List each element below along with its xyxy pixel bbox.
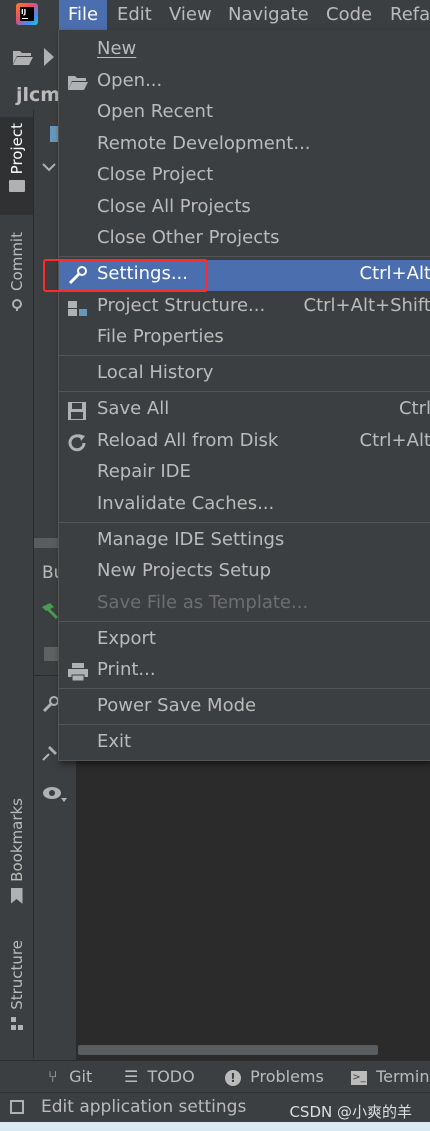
settings-highlight-box xyxy=(43,259,208,292)
menu-item-local-history[interactable]: Local History xyxy=(59,359,430,390)
commit-icon xyxy=(11,298,22,311)
menu-file[interactable]: File xyxy=(59,0,107,30)
bookmark-icon xyxy=(10,887,23,904)
menu-item-close-project[interactable]: Close Project xyxy=(59,161,430,192)
status-text: Edit application settings xyxy=(41,1097,247,1117)
bookmarks-tab-label: Bookmarks xyxy=(7,798,26,882)
horizontal-scrollbar[interactable] xyxy=(78,1045,378,1055)
panel-divider[interactable] xyxy=(34,538,58,548)
structure-tab-label: Structure xyxy=(7,940,26,1010)
menu-item-open-recent[interactable]: Open Recent xyxy=(59,98,430,129)
terminal-tab[interactable]: >_ Termin xyxy=(351,1061,429,1093)
eye-icon[interactable] xyxy=(42,785,68,803)
menu-item-file-properties[interactable]: File Properties xyxy=(59,323,430,354)
toggle-tool-windows-icon[interactable] xyxy=(10,1100,24,1114)
git-branch-icon: ⑂ xyxy=(48,1067,58,1086)
menu-separator xyxy=(59,355,430,356)
save-icon xyxy=(68,402,86,420)
menu-separator xyxy=(59,256,430,257)
menu-item-close-other-projects[interactable]: Close Other Projects xyxy=(59,224,430,255)
menu-view[interactable]: View xyxy=(169,0,212,30)
menu-item-open[interactable]: Open... xyxy=(59,67,430,98)
todo-tab-label: TODO xyxy=(147,1067,195,1086)
menu-separator xyxy=(59,621,430,622)
menu-item-new[interactable]: New xyxy=(59,35,430,66)
file-menu-dropdown: New Open... Open Recent Remote Developme… xyxy=(58,30,430,761)
problems-tab[interactable]: ! Problems xyxy=(225,1061,324,1093)
menu-item-export[interactable]: Export xyxy=(59,625,430,656)
chevron-down-icon[interactable] xyxy=(42,162,56,172)
open-folder-icon xyxy=(68,76,88,90)
menu-navigate[interactable]: Navigate xyxy=(228,0,309,30)
status-bar: Edit application settings CSDN @小爽的羊 xyxy=(0,1092,430,1123)
wrench-icon[interactable] xyxy=(40,695,60,715)
structure-icon xyxy=(10,1016,23,1030)
commit-tab-label: Commit xyxy=(7,232,26,291)
menu-item-print[interactable]: Print... xyxy=(59,656,430,687)
module-icon xyxy=(50,126,58,142)
menu-code[interactable]: Code xyxy=(326,0,372,30)
menu-item-remote-development[interactable]: Remote Development... xyxy=(59,130,430,161)
terminal-icon: >_ xyxy=(351,1070,367,1085)
menu-item-exit[interactable]: Exit xyxy=(59,728,430,759)
folder-icon xyxy=(8,180,25,193)
printer-icon xyxy=(68,663,88,682)
menu-item-invalidate-caches[interactable]: Invalidate Caches... xyxy=(59,490,430,521)
problems-tab-label: Problems xyxy=(250,1067,324,1086)
editor-area xyxy=(58,760,430,1060)
menu-item-new-projects-setup[interactable]: New Projects Setup xyxy=(59,557,430,588)
pin-icon[interactable] xyxy=(40,743,60,763)
menu-separator xyxy=(59,391,430,392)
menu-refactor[interactable]: Refac xyxy=(390,0,430,30)
structure-tool-tab[interactable]: Structure xyxy=(0,940,33,1040)
menu-item-close-all-projects[interactable]: Close All Projects xyxy=(59,193,430,224)
project-tab-label: Project xyxy=(7,123,26,175)
stop-icon[interactable] xyxy=(44,647,58,661)
open-folder-icon[interactable] xyxy=(12,48,34,66)
intellij-logo-icon: IJ xyxy=(16,3,38,25)
list-icon: ☰ xyxy=(124,1067,139,1086)
git-tab[interactable]: ⑂ Git xyxy=(48,1061,92,1093)
menu-item-reload-all-from-disk[interactable]: Reload All from Disk Ctrl+Alt xyxy=(59,427,430,458)
project-tool-tab[interactable]: Project xyxy=(0,117,33,215)
git-tab-label: Git xyxy=(69,1067,93,1086)
window-bottom-edge xyxy=(0,1122,430,1131)
menu-item-project-structure[interactable]: Project Structure... Ctrl+Alt+Shift xyxy=(59,292,430,323)
menu-separator xyxy=(59,688,430,689)
menu-item-save-file-as-template: Save File as Template... xyxy=(97,592,309,613)
project-name-label: jlcm xyxy=(16,84,61,106)
toolbar xyxy=(0,38,58,78)
menu-item-repair-ide[interactable]: Repair IDE xyxy=(59,458,430,489)
project-structure-icon xyxy=(68,301,87,316)
info-icon: ! xyxy=(225,1069,241,1086)
commit-tool-tab[interactable]: Commit xyxy=(0,232,33,324)
menu-item-save-all[interactable]: Save All Ctrl xyxy=(59,395,430,426)
hammer-icon[interactable] xyxy=(40,601,60,621)
menu-separator xyxy=(59,522,430,523)
bookmarks-tool-tab[interactable]: Bookmarks xyxy=(0,798,33,916)
reload-icon xyxy=(68,434,86,452)
terminal-tab-label: Termin xyxy=(376,1067,430,1086)
menu-bar: IJ File Edit View Navigate Code Refac xyxy=(0,0,430,30)
todo-tab[interactable]: ☰ TODO xyxy=(124,1061,195,1093)
menu-item-power-save-mode[interactable]: Power Save Mode xyxy=(59,692,430,723)
menu-separator xyxy=(59,724,430,725)
watermark: CSDN @小爽的羊 xyxy=(289,1103,412,1121)
bottom-tool-tabs: ⑂ Git ☰ TODO ! Problems >_ Termin xyxy=(0,1060,430,1093)
menu-edit[interactable]: Edit xyxy=(117,0,152,30)
toolbar-item-arrow-icon[interactable] xyxy=(44,48,54,66)
menu-item-manage-ide-settings[interactable]: Manage IDE Settings xyxy=(59,526,430,557)
